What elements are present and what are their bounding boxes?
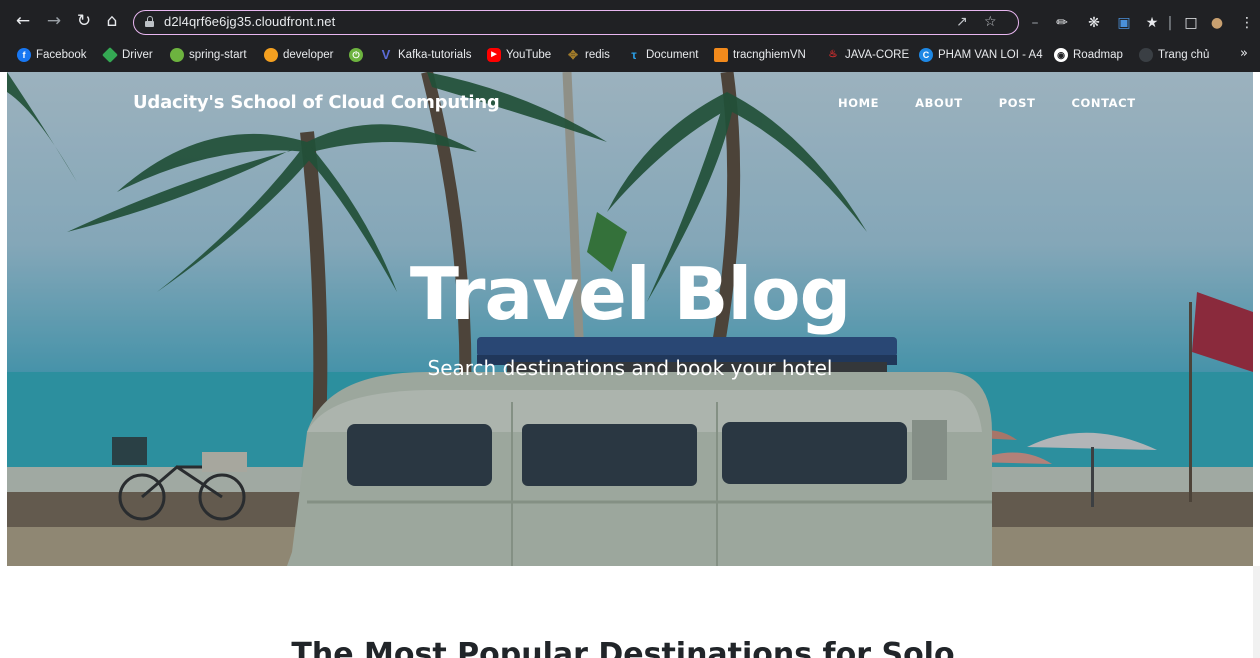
bookmark-kafka-tutorials[interactable]: V Kafka-tutorials (379, 46, 472, 64)
facebook-icon: f (17, 48, 31, 62)
side-panel-icon[interactable]: □ (1183, 14, 1199, 32)
pen-extension-icon[interactable]: ✏ (1054, 14, 1070, 32)
extension-icon[interactable]: – (1028, 14, 1042, 32)
puzzle-icon[interactable]: ★ (1144, 14, 1160, 32)
github-icon: ◉ (1054, 48, 1068, 62)
tracnghiem-icon (714, 48, 728, 62)
bookmark-driver[interactable]: Driver (102, 46, 153, 64)
bookmark-label: JAVA-CORE (845, 49, 910, 61)
back-arrow-icon[interactable]: ← (12, 10, 34, 32)
nav-about[interactable]: ABOUT (915, 96, 963, 110)
menu-dots-icon[interactable]: ⋮ (1240, 14, 1254, 32)
bookmark-label: PHAM VAN LOI - A4 (938, 49, 1043, 61)
bookmark-tracnghiemvn[interactable]: tracnghiemVN (714, 46, 806, 64)
document-icon: τ (631, 48, 637, 62)
bookmark-label: redis (585, 49, 610, 61)
bookmark-label: Roadmap (1073, 49, 1123, 61)
bookmark-trang-chu[interactable]: Trang chủ (1139, 46, 1209, 64)
hero-section: Udacity's School of Cloud Computing HOME… (7, 72, 1253, 566)
bookmark-redis[interactable]: ✥ redis (566, 46, 610, 64)
section-title: The Most Popular Destinations for Solo (291, 637, 955, 658)
translate-extension-icon[interactable]: ▣ (1116, 14, 1132, 32)
youtube-icon: ▶ (487, 48, 501, 62)
bookmark-label: Trang chủ (1158, 49, 1210, 61)
bookmark-java-core[interactable]: ♨ JAVA-CORE (826, 46, 910, 64)
bookmark-label: YouTube (506, 49, 552, 61)
share-icon[interactable]: ↗ (956, 13, 968, 31)
google-drive-icon (102, 47, 118, 63)
bookmark-roadmap[interactable]: ◉ Roadmap (1054, 46, 1123, 64)
site-navigation: HOME ABOUT POST CONTACT (838, 96, 1172, 110)
browser-toolbar: ← → ↻ ⌂ d2l4qrf6e6jg35.cloudfront.net ↗ … (0, 6, 1260, 38)
home-page-icon (1139, 48, 1153, 62)
hero-subtitle: Search destinations and book your hotel (427, 356, 833, 380)
more-bookmarks-icon[interactable]: » (1240, 46, 1248, 61)
bookmarks-bar: f Facebook Driver spring-start developer… (0, 43, 1260, 67)
hero-title: Travel Blog (409, 252, 851, 336)
page-scrollbar[interactable] (1253, 566, 1260, 658)
bookmark-label: Document (646, 49, 699, 61)
bookmark-pham-van-loi[interactable]: C PHAM VAN LOI - A4 (919, 46, 1043, 64)
url-text[interactable]: d2l4qrf6e6jg35.cloudfront.net (164, 14, 335, 29)
bookmark-label: developer (283, 49, 334, 61)
developer-icon (264, 48, 278, 62)
bookmark-document[interactable]: τ Document (627, 46, 698, 64)
bookmark-developer[interactable]: developer (264, 46, 334, 64)
profile-avatar-icon[interactable]: ● (1208, 14, 1226, 32)
c-logo-icon: C (919, 48, 933, 62)
bookmark-label: spring-start (189, 49, 247, 61)
toolbar-divider: | (1167, 15, 1173, 31)
nav-home[interactable]: HOME (838, 96, 879, 110)
power-icon: ⏻ (349, 48, 363, 62)
nav-post[interactable]: POST (999, 96, 1036, 110)
browser-chrome: ← → ↻ ⌂ d2l4qrf6e6jg35.cloudfront.net ↗ … (0, 0, 1260, 72)
nav-contact[interactable]: CONTACT (1071, 96, 1135, 110)
java-icon: ♨ (828, 49, 838, 60)
home-icon[interactable]: ⌂ (101, 10, 123, 32)
bookmark-label: tracnghiemVN (733, 49, 806, 61)
redis-icon: ✥ (567, 48, 579, 62)
gear-extension-icon[interactable]: ❋ (1086, 14, 1102, 32)
bookmark-spring-start[interactable]: spring-start (170, 46, 247, 64)
reload-icon[interactable]: ↻ (73, 10, 95, 32)
v-logo-icon: V (381, 47, 391, 62)
bookmark-star-icon[interactable]: ☆ (984, 13, 997, 31)
bookmark-label: Kafka-tutorials (398, 49, 472, 61)
bookmark-facebook[interactable]: f Facebook (17, 46, 87, 64)
spring-leaf-icon (170, 48, 184, 62)
lock-icon[interactable] (145, 16, 154, 27)
bookmark-power[interactable]: ⏻ (349, 46, 363, 64)
bookmark-youtube[interactable]: ▶ YouTube (487, 46, 551, 64)
site-brand[interactable]: Udacity's School of Cloud Computing (133, 92, 500, 113)
bookmark-label: Driver (122, 49, 153, 61)
address-bar[interactable]: d2l4qrf6e6jg35.cloudfront.net ↗ ☆ (133, 10, 1019, 35)
forward-arrow-icon[interactable]: → (43, 10, 65, 32)
bookmark-label: Facebook (36, 49, 87, 61)
